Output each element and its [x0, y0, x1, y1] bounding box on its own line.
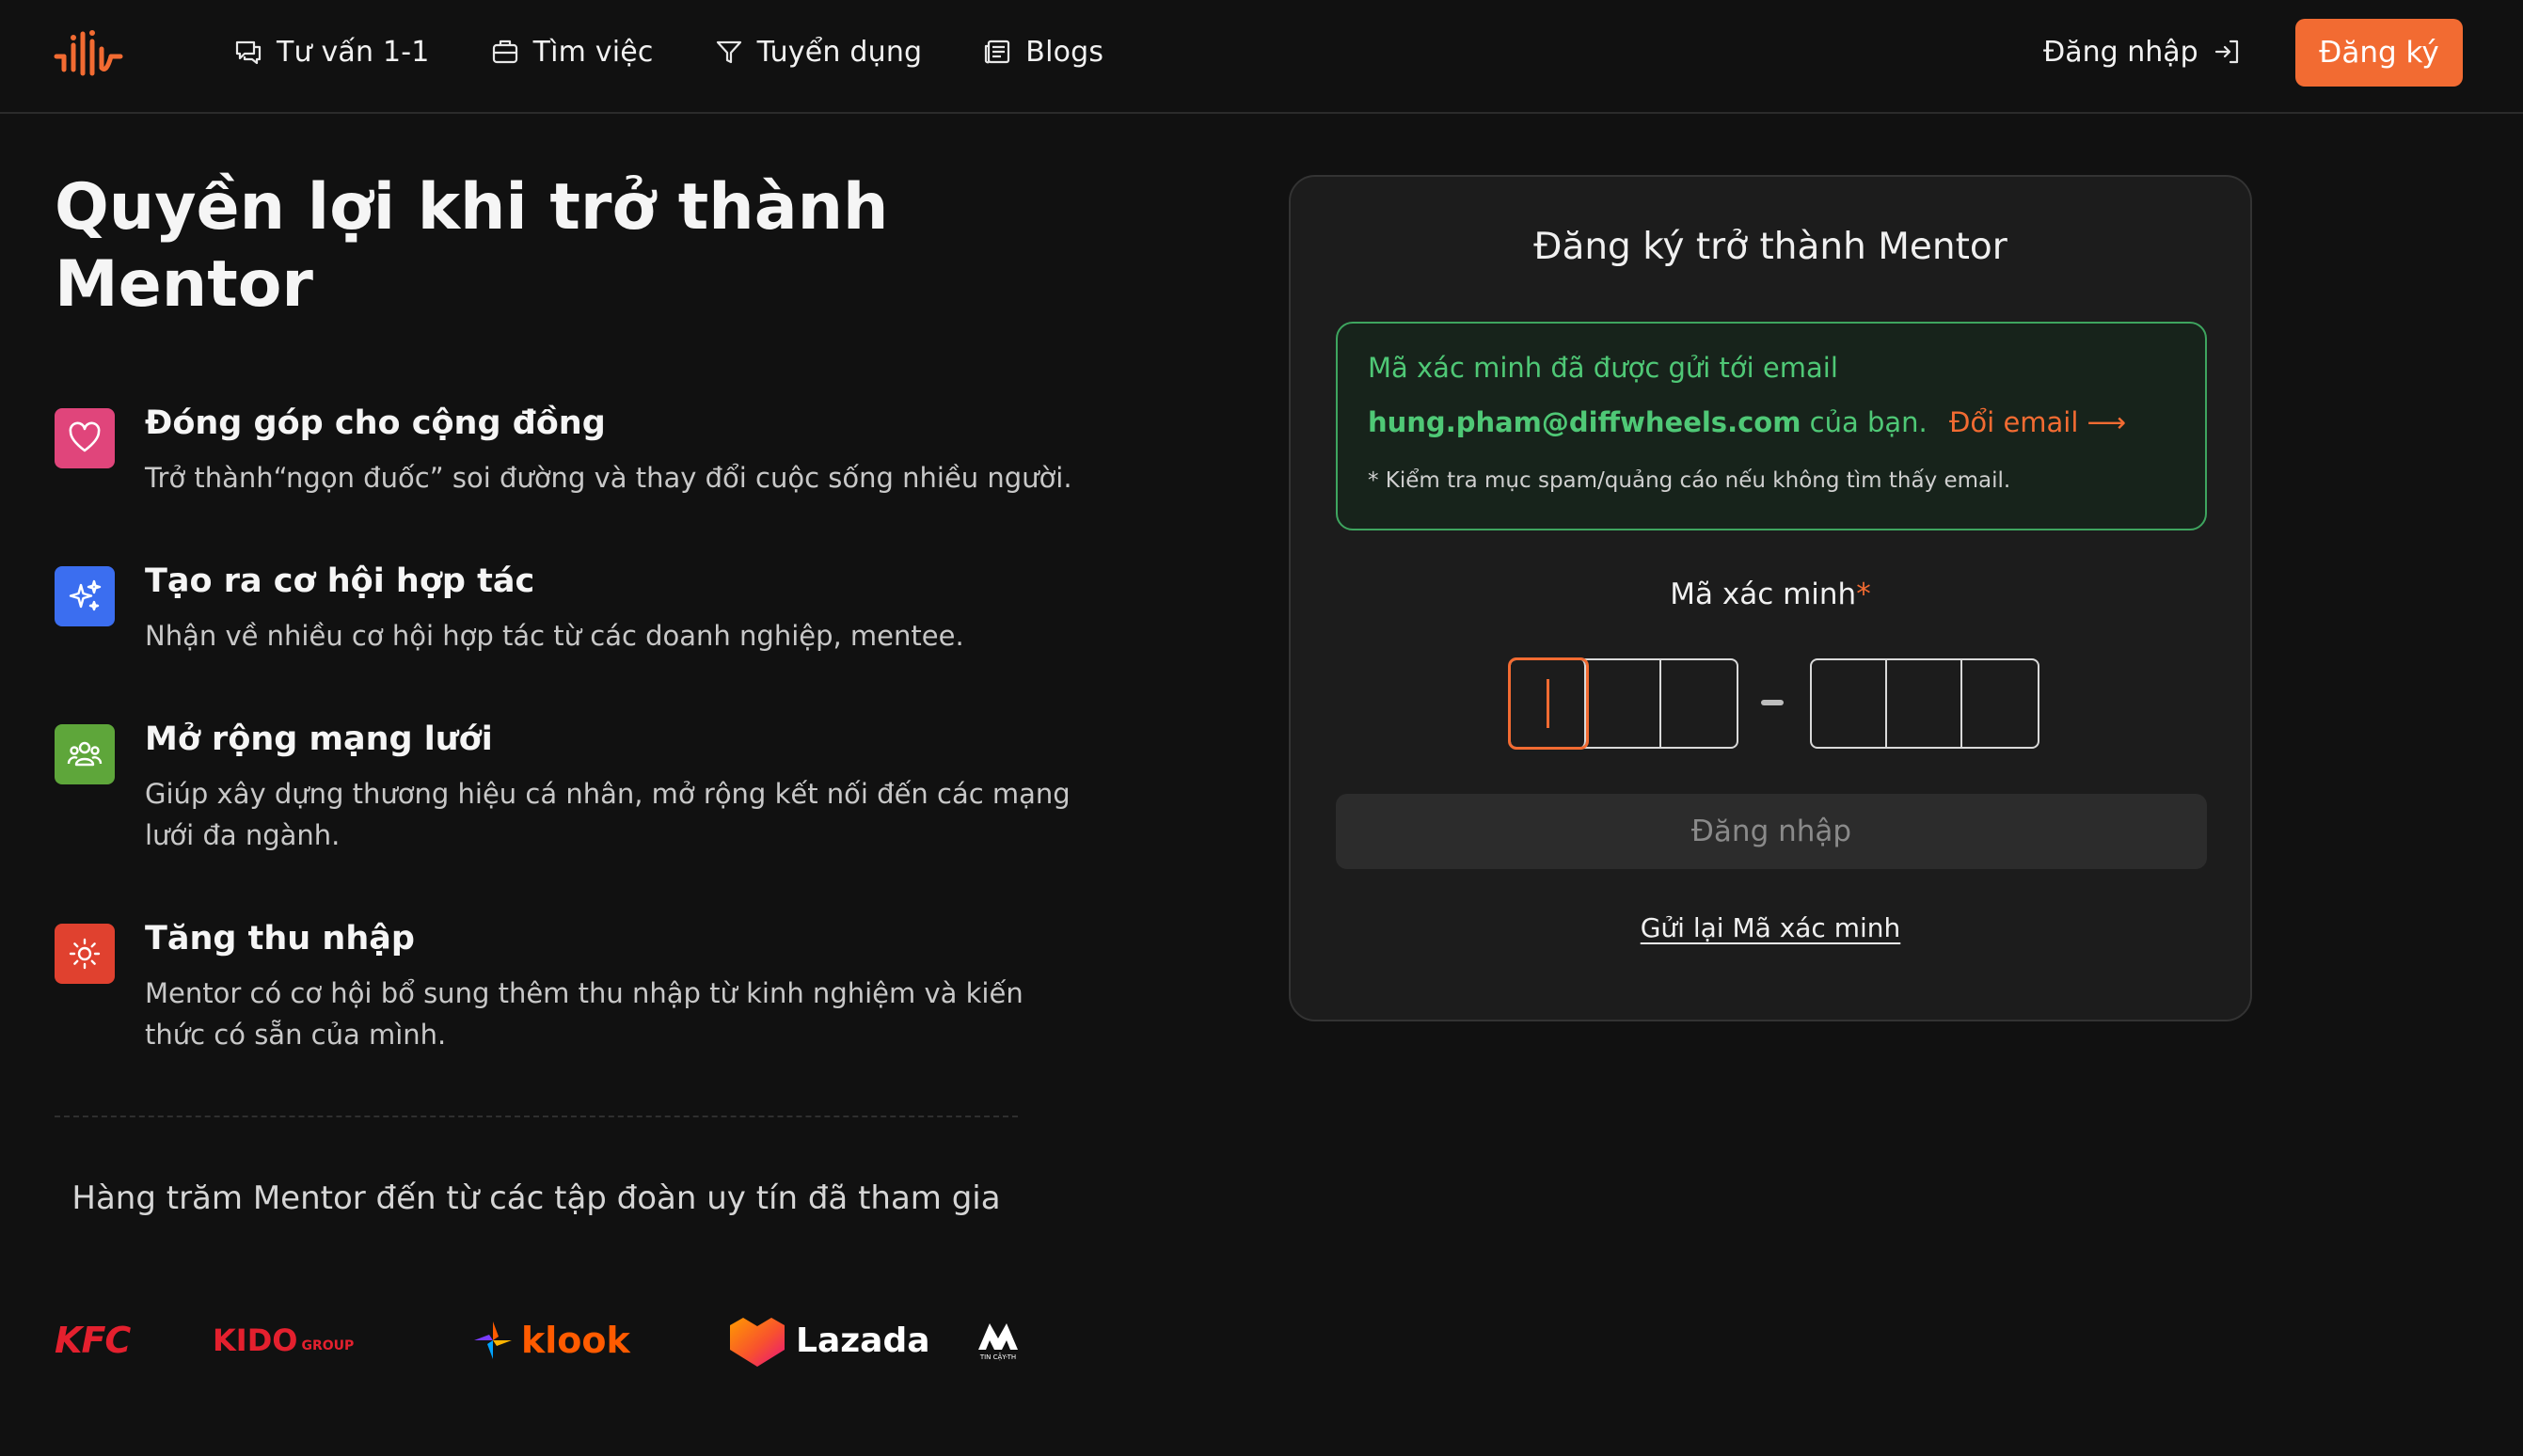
benefit-title: Tạo ra cơ hội hợp tác — [145, 562, 535, 600]
benefit-title: Mở rộng mạng lưới — [145, 720, 493, 758]
section-divider — [55, 1116, 1018, 1117]
klook-mark-icon — [474, 1321, 512, 1359]
lazada-heart-icon — [730, 1318, 785, 1367]
spam-note: * Kiểm tra mục spam/quảng cáo nếu không … — [1368, 468, 2011, 493]
resend-code: Gửi lại Mã xác minh — [1291, 912, 2250, 943]
tincay-logo: TIN CẬY-TH — [976, 1298, 1020, 1383]
lazada-logo: Lazada — [726, 1298, 930, 1383]
submit-login-button[interactable]: Đăng nhập — [1336, 794, 2207, 869]
nav-tim-viec[interactable]: Tìm việc — [490, 36, 654, 69]
code-digit-4[interactable] — [1812, 660, 1887, 747]
code-separator — [1761, 700, 1784, 705]
nav-tuyen-dung[interactable]: Tuyển dụng — [714, 36, 923, 69]
code-label-text: Mã xác minh — [1670, 578, 1857, 611]
benefit-title: Tăng thu nhập — [145, 920, 415, 957]
benefit-desc: Giúp xây dựng thương hiệu cá nhân, mở rộ… — [145, 778, 1071, 851]
signup-card: Đăng ký trở thành Mentor Mã xác minh đã … — [1289, 175, 2252, 1021]
nav-tu-van[interactable]: Tư vấn 1-1 — [233, 36, 430, 69]
notice-email: hung.pham@diffwheels.com — [1368, 406, 1801, 438]
code-group-2 — [1810, 658, 2039, 749]
verification-notice: Mã xác minh đã được gửi tới email hung.p… — [1336, 322, 2207, 530]
mountain-logo-icon — [978, 1323, 1018, 1350]
top-navbar: Tư vấn 1-1 Tìm việc Tuyển dụng Blogs Đăn… — [0, 0, 2523, 114]
page-title: Quyền lợi khi trở thành Mentor — [55, 169, 995, 324]
heart-icon — [55, 408, 115, 468]
nav-label: Tìm việc — [532, 35, 654, 69]
notice-suffix: của bạn. — [1809, 406, 1928, 438]
benefit-title: Đóng góp cho cộng đồng — [145, 404, 606, 442]
login-arrow-icon — [2214, 40, 2238, 64]
resend-code-link[interactable]: Gửi lại Mã xác minh — [1641, 912, 1901, 943]
sparkles-icon — [55, 566, 115, 626]
card-title: Đăng ký trở thành Mentor — [1533, 226, 2007, 268]
code-digit-5[interactable] — [1887, 660, 1962, 747]
required-mark: * — [1856, 578, 1871, 611]
kido-logo: KIDO GROUP — [213, 1322, 355, 1358]
nav-label: Tuyển dụng — [756, 35, 923, 69]
newspaper-icon — [985, 40, 1010, 64]
text-caret — [1547, 679, 1549, 728]
briefcase-icon — [492, 40, 517, 64]
sun-icon — [55, 924, 115, 984]
nav-label: Blogs — [1025, 35, 1104, 69]
benefit-desc: Nhận về nhiều cơ hội hợp tác từ các doan… — [145, 620, 964, 652]
code-label: Mã xác minh* — [1291, 578, 2250, 611]
code-digit-2[interactable] — [1586, 660, 1661, 747]
logo-icon[interactable] — [53, 24, 124, 81]
notice-email-line: hung.pham@diffwheels.com của bạn. Đổi em… — [1368, 406, 2126, 438]
login-link[interactable]: Đăng nhập — [2043, 28, 2242, 75]
code-digit-6[interactable] — [1962, 660, 2038, 747]
chat-icon — [235, 40, 262, 65]
code-digit-1[interactable] — [1508, 657, 1589, 750]
klook-logo: klook — [470, 1298, 630, 1383]
notice-text: Mã xác minh đã được gửi tới email — [1368, 352, 1838, 384]
benefit-desc: Mentor có cơ hội bổ sung thêm thu nhập t… — [145, 977, 1023, 1051]
signup-button[interactable]: Đăng ký — [2295, 19, 2463, 87]
nav-label: Tư vấn 1-1 — [277, 35, 430, 69]
kfc-logo: KFC — [55, 1320, 131, 1361]
login-label: Đăng nhập — [2043, 35, 2198, 69]
nav-blogs[interactable]: Blogs — [982, 36, 1103, 69]
code-digit-3[interactable] — [1661, 660, 1737, 747]
filter-icon — [716, 40, 741, 64]
partners-caption: Hàng trăm Mentor đến từ các tập đoàn uy … — [71, 1179, 1001, 1217]
people-icon — [55, 724, 115, 784]
title-line: Quyền lợi khi trở thành — [55, 170, 889, 245]
title-line: Mentor — [55, 247, 313, 322]
change-email-link[interactable]: Đổi email ⟶ — [1949, 406, 2126, 438]
code-group-1 — [1508, 657, 1738, 750]
main-nav: Tư vấn 1-1 Tìm việc Tuyển dụng Blogs — [233, 28, 1164, 75]
benefit-desc: Trở thành“ngọn đuốc” soi đường và thay đ… — [145, 462, 1072, 494]
partner-logos: KFC KIDO GROUP klook Lazada TIN CẬY-TH — [55, 1298, 1023, 1383]
